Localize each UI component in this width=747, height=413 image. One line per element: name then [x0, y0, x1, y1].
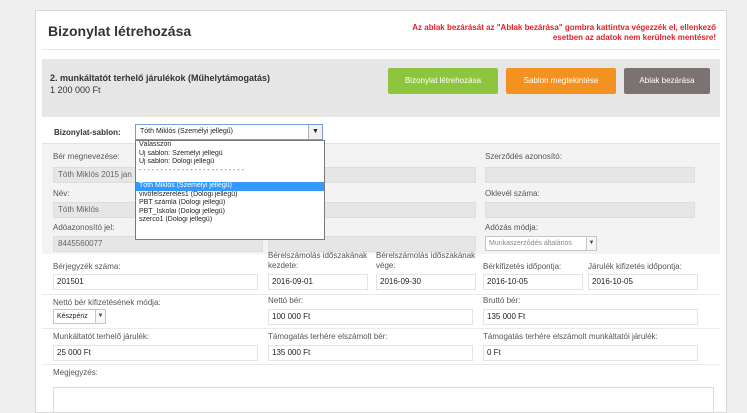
- period-end-label: Bérelszámolás időszakának vége:: [376, 251, 476, 270]
- dropdown-option[interactable]: Új sablon: Dologi jellegű: [136, 158, 324, 167]
- subsidy-contribution-field[interactable]: 0 Ft: [483, 345, 698, 361]
- net-pay-method-value: Készpénz: [57, 313, 88, 320]
- dropdown-option[interactable]: Válasszon: [136, 141, 324, 150]
- contract-id-field: [485, 167, 695, 183]
- dropdown-option-selected[interactable]: Tóth Miklós (Személyi jellegű): [136, 182, 324, 191]
- tax-id-label: Adóazonosító jel:: [53, 223, 115, 232]
- band-title: 2. munkáltatót terhelő járulékok (Műhely…: [50, 73, 271, 83]
- chevron-down-icon[interactable]: ▼: [586, 237, 596, 250]
- net-pay-method-select[interactable]: Készpénz ▼: [53, 309, 106, 324]
- dropdown-option[interactable]: vivőfelszerelés1 (Dologi jellegű): [136, 191, 324, 200]
- taxation-mode-value: Munkaszerződés általános: [489, 240, 572, 247]
- gross-pay-label: Bruttó bér:: [483, 296, 521, 305]
- row-divider: [42, 364, 720, 365]
- row-divider: [42, 294, 720, 295]
- chevron-down-icon[interactable]: ▼: [95, 310, 105, 323]
- dialog-title: Bizonylat létrehozása: [48, 23, 192, 39]
- wage-payment-date-label: Bérkifizetés időpontja:: [483, 262, 562, 271]
- row-divider: [42, 328, 720, 329]
- create-document-button[interactable]: Bizonylat létrehozása: [388, 68, 498, 94]
- employer-contribution-field[interactable]: 25 000 Ft: [53, 345, 258, 361]
- dropdown-option[interactable]: Új sablon: Személyi jellegű: [136, 150, 324, 159]
- net-pay-method-label: Nettó bér kifizetésének módja:: [53, 298, 161, 307]
- subsidy-contribution-label: Támogatás terhére elszámolt munkáltatói …: [483, 332, 658, 341]
- period-end-field[interactable]: 2016-09-30: [376, 274, 476, 290]
- taxation-mode-select[interactable]: Munkaszerződés általános ▼: [485, 236, 597, 251]
- wage-name-label: Bér megnevezése:: [53, 152, 120, 161]
- template-select[interactable]: Tóth Miklós (Személyi jellegű) ▼: [135, 124, 323, 140]
- preview-template-button[interactable]: Sablon megtekintése: [506, 68, 616, 94]
- name-label: Név:: [53, 189, 70, 198]
- template-dropdown-list[interactable]: Válasszon Új sablon: Személyi jellegű Új…: [135, 140, 325, 240]
- chevron-down-icon[interactable]: ▼: [308, 125, 322, 139]
- employer-contribution-label: Munkáltatót terhelő járulék:: [53, 332, 150, 341]
- dropdown-option[interactable]: PBT_Iskolai (Dologi jellegű): [136, 208, 324, 217]
- taxation-mode-label: Adózás módja:: [485, 223, 538, 232]
- contribution-payment-date-field[interactable]: 2016-10-05: [588, 274, 698, 290]
- payroll-number-label: Bérjegyzék száma:: [53, 262, 121, 271]
- subsidy-wage-label: Támogatás terhére elszámolt bér:: [268, 332, 388, 341]
- diploma-number-label: Oklevél száma:: [485, 189, 540, 198]
- net-pay-field[interactable]: 100 000 Ft: [268, 309, 473, 325]
- template-select-value: Tóth Miklós (Személyi jellegű): [140, 128, 233, 135]
- payroll-number-field[interactable]: 201501: [53, 274, 258, 290]
- subsidy-wage-field[interactable]: 135 000 Ft: [268, 345, 473, 361]
- period-start-field[interactable]: 2016-09-01: [268, 274, 368, 290]
- dropdown-option[interactable]: PBT számla (Dologi jellegű): [136, 199, 324, 208]
- notes-textarea[interactable]: [53, 387, 714, 412]
- close-window-button[interactable]: Ablak bezárása: [624, 68, 710, 94]
- band-amount: 1 200 000 Ft: [50, 85, 101, 95]
- header-band: 2. munkáltatót terhelő járulékok (Műhely…: [42, 59, 720, 117]
- wage-payment-date-field[interactable]: 2016-10-05: [483, 274, 583, 290]
- dialog: Bizonylat létrehozása Az ablak bezárását…: [35, 10, 727, 413]
- template-label: Bizonylat-sablon:: [54, 128, 121, 137]
- notes-label: Megjegyzés:: [53, 368, 98, 377]
- contribution-payment-date-label: Járulék kifizetés időpontja:: [588, 262, 682, 271]
- gross-pay-field[interactable]: 135 000 Ft: [483, 309, 698, 325]
- dropdown-option[interactable]: szerco1 (Dologi jellegű): [136, 216, 324, 225]
- title-divider: [42, 49, 720, 50]
- close-warning: Az ablak bezárását az "Ablak bezárása" g…: [412, 23, 716, 42]
- contract-id-label: Szerződés azonosító:: [485, 152, 562, 161]
- dropdown-separator: - - - - - - - - - - - - - - - - - - - - …: [139, 166, 244, 174]
- dropdown-gap: [136, 175, 324, 182]
- diploma-number-field: [485, 202, 695, 218]
- period-start-label: Bérelszámolás időszakának kezdete:: [268, 251, 368, 270]
- net-pay-label: Nettó bér:: [268, 296, 304, 305]
